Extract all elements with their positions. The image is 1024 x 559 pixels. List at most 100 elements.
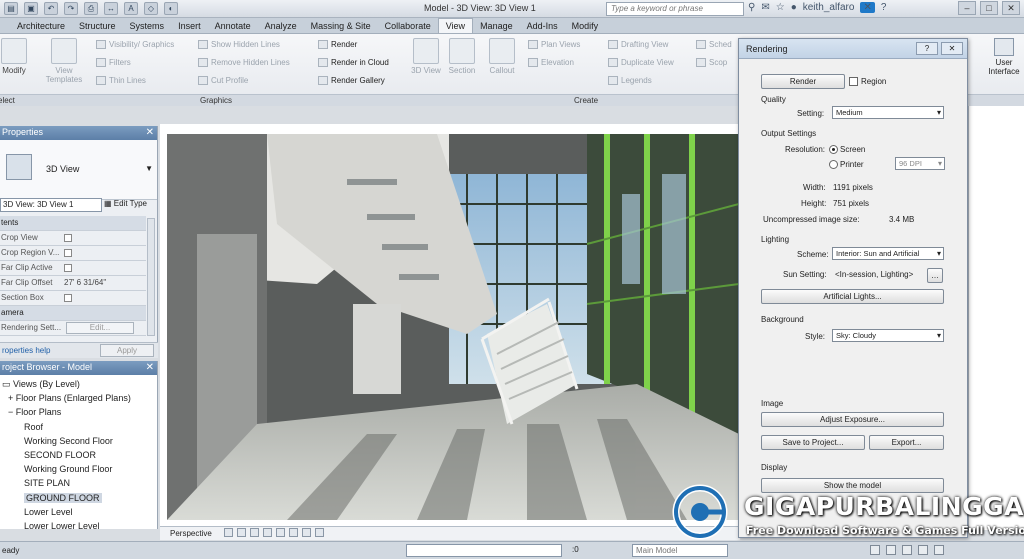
plan-views-button[interactable]: Plan Views — [528, 40, 580, 49]
property-row[interactable]: amera — [0, 306, 146, 321]
scope-box-button[interactable]: Scop — [696, 58, 727, 67]
show-crop-icon[interactable] — [289, 528, 298, 537]
undo-icon[interactable]: ↶ — [44, 2, 58, 15]
open-icon[interactable]: ▤ — [4, 2, 18, 15]
view-templates-button[interactable]: View Templates — [44, 38, 84, 84]
save-to-project-button[interactable]: Save to Project... — [761, 435, 865, 450]
screen-radio[interactable]: Screen — [829, 145, 865, 155]
user-name[interactable]: keith_alfaro — [803, 2, 855, 13]
tab-modify[interactable]: Modify — [565, 19, 606, 33]
rendered-3d-view[interactable] — [167, 134, 739, 520]
browser-item[interactable]: SITE PLAN — [0, 476, 158, 490]
properties-help-link[interactable]: roperties help — [2, 346, 50, 355]
render-in-cloud-button[interactable]: Render in Cloud — [318, 58, 389, 67]
elevation-button[interactable]: Elevation — [528, 58, 574, 67]
region-checkbox[interactable]: Region — [849, 77, 886, 87]
browser-item[interactable]: ▭ Views (By Level) — [0, 377, 158, 391]
lighting-scheme-select[interactable]: Interior: Sun and Artificial — [832, 247, 944, 260]
workset-select[interactable] — [406, 544, 562, 557]
browser-item[interactable]: − Floor Plans — [0, 405, 158, 419]
legends-button[interactable]: Legends — [608, 76, 652, 85]
select-links-icon[interactable] — [870, 545, 880, 555]
browser-item[interactable]: SECOND FLOOR — [0, 448, 158, 462]
filters-button[interactable]: Filters — [96, 58, 131, 67]
browser-item[interactable]: GROUND FLOOR — [0, 491, 158, 505]
save-icon[interactable]: ▣ — [24, 2, 38, 15]
select-pinned-icon[interactable] — [902, 545, 912, 555]
property-value[interactable]: 27' 6 31/64" — [64, 276, 106, 290]
drag-elements-icon[interactable] — [918, 545, 928, 555]
tab-annotate[interactable]: Annotate — [208, 19, 258, 33]
tab-collaborate[interactable]: Collaborate — [378, 19, 438, 33]
user-interface-button[interactable]: User Interface — [985, 38, 1023, 76]
remove-hidden-lines-button[interactable]: Remove Hidden Lines — [198, 58, 290, 67]
maximize-button[interactable]: □ — [980, 1, 998, 15]
tab-massing-site[interactable]: Massing & Site — [304, 19, 378, 33]
section-button[interactable]: Section — [442, 38, 482, 75]
tab-systems[interactable]: Systems — [123, 19, 172, 33]
browser-item[interactable]: Working Second Floor — [0, 434, 158, 448]
user-icon[interactable]: ● — [791, 2, 797, 13]
section-icon[interactable]: ◐ — [164, 2, 178, 15]
tab-insert[interactable]: Insert — [171, 19, 208, 33]
property-checkbox[interactable] — [64, 234, 72, 242]
crop-view-icon[interactable] — [276, 528, 285, 537]
drafting-view-button[interactable]: Drafting View — [608, 40, 668, 49]
views-folder-icon[interactable]: ▭ — [2, 379, 13, 389]
tab-analyze[interactable]: Analyze — [258, 19, 304, 33]
property-edit-button[interactable]: Edit... — [66, 322, 134, 334]
quality-setting-select[interactable]: Medium — [832, 106, 944, 119]
dpi-select[interactable]: 96 DPI — [895, 157, 945, 170]
browser-item[interactable]: + Floor Plans (Enlarged Plans) — [0, 391, 158, 405]
tab-architecture[interactable]: Architecture — [10, 19, 72, 33]
favorites-icon[interactable]: ☆ — [776, 2, 785, 13]
design-option-select[interactable]: Main Model — [632, 544, 728, 557]
tab-structure[interactable]: Structure — [72, 19, 123, 33]
apply-button[interactable]: Apply — [100, 344, 154, 357]
lock-view-icon[interactable] — [302, 528, 311, 537]
sun-setting-browse-button[interactable]: … — [927, 268, 943, 283]
render-gallery-button[interactable]: Render Gallery — [318, 76, 385, 85]
render-start-button[interactable]: Render — [761, 74, 845, 89]
properties-scrollbar[interactable] — [147, 218, 155, 336]
callout-button[interactable]: Callout — [482, 38, 522, 75]
artificial-lights-button[interactable]: Artificial Lights... — [761, 289, 944, 304]
search-input[interactable]: Type a keyword or phrase — [606, 2, 744, 16]
close-icon[interactable]: ✕ — [146, 361, 154, 374]
help-icon[interactable]: ? — [916, 42, 938, 55]
browser-item[interactable]: Roof — [0, 420, 158, 434]
help-icon[interactable]: ? — [881, 2, 887, 13]
binoculars-icon[interactable]: ⚲ — [748, 2, 755, 13]
render-button[interactable]: Render — [318, 40, 357, 49]
redo-icon[interactable]: ↷ — [64, 2, 78, 15]
view-instance-select[interactable]: 3D View: 3D View 1 — [0, 198, 102, 212]
cut-profile-button[interactable]: Cut Profile — [198, 76, 248, 85]
browser-item[interactable]: Lower Level — [0, 505, 158, 519]
3d-view-button[interactable]: 3D View — [406, 38, 446, 75]
printer-radio[interactable]: Printer — [829, 160, 864, 170]
3d-view-icon[interactable]: ◇ — [144, 2, 158, 15]
show-hidden-lines-button[interactable]: Show Hidden Lines — [198, 40, 280, 49]
close-button[interactable]: ✕ — [1002, 1, 1020, 15]
render-dialog-icon[interactable] — [263, 528, 272, 537]
export-button[interactable]: Export... — [869, 435, 944, 450]
close-icon[interactable]: ✕ — [941, 42, 963, 55]
duplicate-view-button[interactable]: Duplicate View — [608, 58, 674, 67]
measure-icon[interactable]: ↔ — [104, 2, 118, 15]
minimize-button[interactable]: – — [958, 1, 976, 15]
collapse-icon[interactable]: − — [8, 407, 16, 417]
property-row[interactable]: tents — [0, 216, 146, 231]
text-icon[interactable]: A — [124, 2, 138, 15]
schedules-button[interactable]: Sched — [696, 40, 732, 49]
shadows-icon[interactable] — [250, 528, 259, 537]
type-selector[interactable]: 3D View ▼ — [0, 140, 157, 200]
visibility-graphics-button[interactable]: Visibility/ Graphics — [96, 40, 174, 49]
browser-item[interactable]: Working Ground Floor — [0, 462, 158, 476]
tab-view[interactable]: View — [437, 18, 474, 33]
sun-path-icon[interactable] — [237, 528, 246, 537]
browser-item[interactable]: Lower Lower Level — [0, 519, 158, 533]
close-icon[interactable]: ✕ — [146, 126, 154, 139]
property-checkbox[interactable] — [64, 294, 72, 302]
modify-tool[interactable]: Modify — [0, 38, 34, 75]
filter-icon[interactable] — [934, 545, 944, 555]
